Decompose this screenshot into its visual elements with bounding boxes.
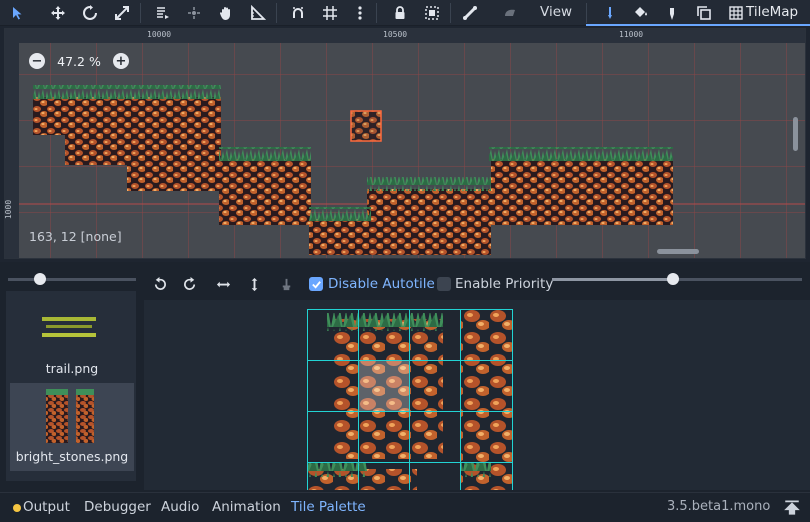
rotate-icon[interactable] xyxy=(78,2,102,24)
tileset-image[interactable] xyxy=(307,309,513,490)
output-status-dot xyxy=(13,504,21,512)
texture-list: trail.png bright_stones.png xyxy=(6,291,136,481)
ruler-icon[interactable] xyxy=(246,2,270,24)
scale-icon[interactable] xyxy=(110,2,134,24)
slider-fill xyxy=(552,278,672,281)
more-vertical-icon[interactable] xyxy=(348,2,372,24)
ruler-horizontal[interactable]: 10000 10500 11000 xyxy=(5,29,805,43)
ruler-label: 10000 xyxy=(147,30,172,39)
bucket-fill-icon[interactable] xyxy=(628,2,652,24)
disable-autotile-checkbox[interactable] xyxy=(309,277,323,291)
pan-hand-icon[interactable] xyxy=(214,2,238,24)
version-label: 3.5.beta1.mono xyxy=(667,499,771,514)
tab-debugger[interactable]: Debugger xyxy=(84,499,151,515)
slider-handle[interactable] xyxy=(667,273,679,285)
bone-icon[interactable] xyxy=(458,2,482,24)
rotate-left-icon[interactable] xyxy=(149,275,169,293)
move-icon[interactable] xyxy=(46,2,70,24)
tilemap-menu[interactable]: TileMap xyxy=(746,4,798,20)
tab-animation[interactable]: Animation xyxy=(212,499,281,515)
editor-toolbar: View TileMap xyxy=(0,0,810,26)
enable-priority-checkbox[interactable] xyxy=(437,277,451,291)
tab-output[interactable]: Output xyxy=(23,499,70,515)
zoom-in-button[interactable]: + xyxy=(113,53,129,69)
canvas-viewport[interactable]: 10000 10500 11000 1000 − 47.2 % + 163, 1… xyxy=(4,28,806,259)
vertical-scrollbar[interactable] xyxy=(793,117,798,151)
pivot-icon[interactable] xyxy=(182,2,206,24)
zoom-out-button[interactable]: − xyxy=(29,53,45,69)
tileset-atlas[interactable] xyxy=(307,309,513,490)
picker-icon[interactable] xyxy=(660,2,684,24)
bottom-panel-tabs: Output Debugger Audio Animation Tile Pal… xyxy=(0,492,810,522)
flip-horizontal-icon[interactable] xyxy=(213,275,233,293)
disable-autotile-label[interactable]: Disable Autotile xyxy=(328,276,435,292)
ruler-vertical[interactable]: 1000 xyxy=(4,29,19,258)
view-menu[interactable]: View xyxy=(540,4,572,20)
grid-icon[interactable] xyxy=(724,2,748,24)
slider-handle[interactable] xyxy=(34,273,46,285)
texture-size-slider[interactable] xyxy=(8,278,136,281)
zoom-controls: − 47.2 % + xyxy=(29,51,129,71)
flip-vertical-icon[interactable] xyxy=(244,275,264,293)
texture-item-bright-stones[interactable]: bright_stones.png xyxy=(10,383,134,471)
tile-cursor xyxy=(350,110,382,142)
cursor-coordinates: 163, 12 [none] xyxy=(29,229,122,244)
texture-item-trail[interactable]: trail.png xyxy=(10,295,134,383)
ruler-label: 10500 xyxy=(383,30,408,39)
zoom-reset-button[interactable]: 47.2 % xyxy=(53,54,105,69)
trail-thumbnail xyxy=(42,317,96,337)
ruler-label: 1000 xyxy=(4,199,14,220)
rotate-right-icon[interactable] xyxy=(180,275,200,293)
texture-name: bright_stones.png xyxy=(15,449,129,464)
horizontal-scrollbar[interactable] xyxy=(657,249,699,254)
clear-transform-icon[interactable] xyxy=(276,275,296,293)
select-arrow-icon[interactable] xyxy=(6,2,30,24)
tab-tile-palette[interactable]: Tile Palette xyxy=(291,499,366,515)
enable-priority-label[interactable]: Enable Priority xyxy=(455,276,553,292)
expand-panel-icon[interactable] xyxy=(783,498,801,516)
skeleton-icon[interactable] xyxy=(498,2,522,24)
bright-stones-thumbnail xyxy=(46,389,94,443)
texture-name: trail.png xyxy=(45,361,99,376)
copy-icon[interactable] xyxy=(692,2,716,24)
lock-icon[interactable] xyxy=(388,2,412,24)
selected-tile-highlight xyxy=(358,360,409,411)
group-icon[interactable] xyxy=(420,2,444,24)
tab-audio[interactable]: Audio xyxy=(161,499,199,515)
paint-tile-icon[interactable] xyxy=(598,2,622,24)
ruler-label: 11000 xyxy=(619,30,644,39)
grid-snap-icon[interactable] xyxy=(318,2,342,24)
list-icon[interactable] xyxy=(150,2,174,24)
smart-snap-icon[interactable] xyxy=(286,2,310,24)
